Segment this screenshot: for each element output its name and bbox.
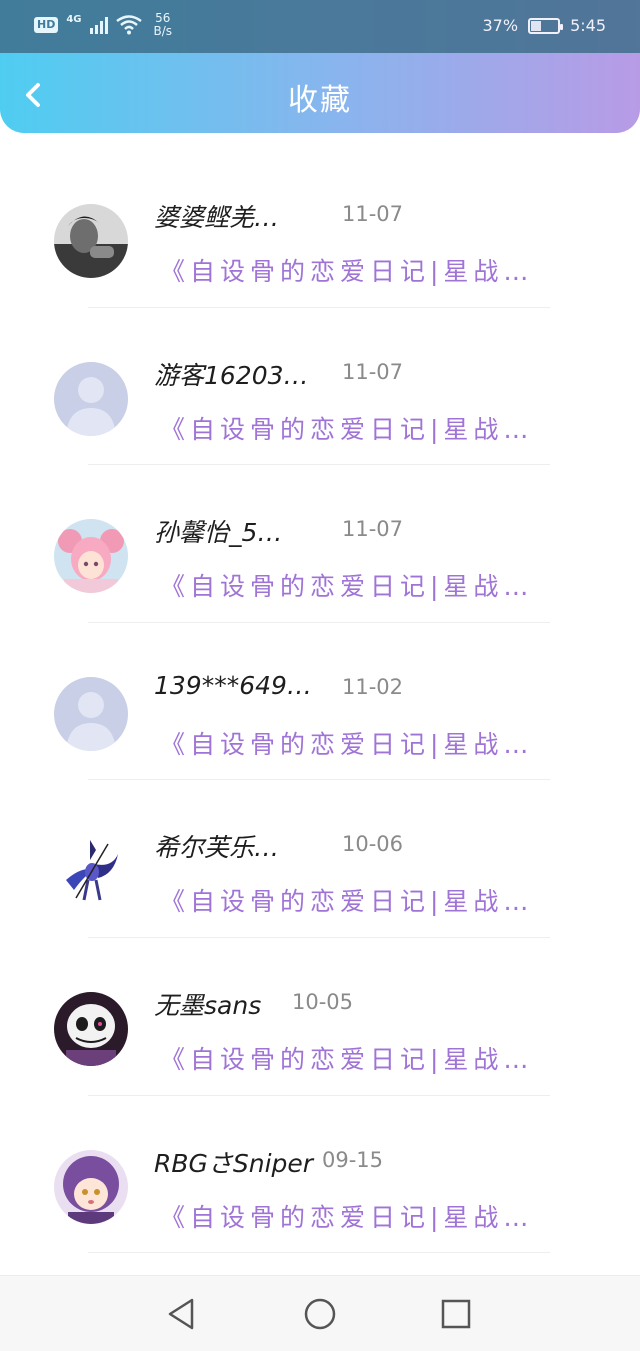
system-nav-bar — [0, 1275, 640, 1351]
user-name: 游客16203… — [154, 360, 309, 390]
user-name: RBGさSniper — [154, 1148, 314, 1178]
item-title[interactable]: 《自设骨的恋爱日记|星战… — [160, 1040, 533, 1076]
item-date: 11-07 — [342, 517, 404, 542]
user-name: 希尔芙乐… — [154, 833, 280, 863]
signal-icon — [89, 16, 108, 34]
user-name: 无墨sans — [154, 990, 262, 1020]
avatar-anime-pink-girl-icon[interactable] — [54, 519, 128, 594]
item-date: 09-15 — [322, 1147, 384, 1172]
hd-badge: HD — [34, 17, 59, 33]
item-title[interactable]: 《自设骨的恋爱日记|星战… — [160, 725, 533, 761]
item-title[interactable]: 《自设骨的恋爱日记|星战… — [160, 1198, 533, 1234]
avatar-anime-purple-girl-icon[interactable] — [54, 1149, 128, 1224]
avatar-default-icon[interactable] — [54, 361, 128, 436]
network-type: 4G — [66, 13, 82, 25]
avatar-default-icon[interactable] — [54, 676, 128, 751]
favorites-list: 婆婆鲣羌… 11-07 《自设骨的恋爱日记|星战… 游客16203… 11-07… — [0, 150, 640, 1254]
list-item[interactable]: 游客16203… 11-07 《自设骨的恋爱日记|星战… — [0, 308, 640, 466]
item-title[interactable]: 《自设骨的恋爱日记|星战… — [160, 252, 533, 288]
item-date: 10-06 — [342, 832, 404, 857]
status-right: 37% 5:45 — [483, 16, 607, 35]
item-title[interactable]: 《自设骨的恋爱日记|星战… — [160, 410, 533, 446]
app-header: 收藏 — [0, 53, 640, 133]
list-item[interactable]: RBGさSniper 09-15 《自设骨的恋爱日记|星战… — [0, 1096, 640, 1254]
nav-home-button[interactable] — [302, 1296, 338, 1332]
nav-back-button[interactable] — [164, 1296, 200, 1332]
item-date: 11-07 — [342, 202, 404, 226]
item-title[interactable]: 《自设骨的恋爱日记|星战… — [160, 567, 533, 603]
status-left: HD 4G 56 B/s — [34, 12, 172, 38]
page-title: 收藏 — [288, 83, 352, 118]
battery-fill — [531, 20, 542, 31]
list-item[interactable]: 孙馨怡_5… 11-07 《自设骨的恋爱日记|星战… — [0, 465, 640, 623]
item-date: 11-07 — [342, 359, 404, 384]
nav-recents-button[interactable] — [438, 1296, 474, 1332]
list-item[interactable]: 希尔芙乐… 10-06 《自设骨的恋爱日记|星战… — [0, 780, 640, 938]
avatar-photo-man-icon[interactable] — [54, 204, 128, 278]
square-recents-icon — [441, 1299, 471, 1329]
wifi-icon — [115, 15, 142, 35]
avatar-sans-skeleton-icon[interactable] — [54, 991, 128, 1066]
divider — [88, 1252, 550, 1254]
user-name: 婆婆鲣羌… — [154, 203, 280, 232]
battery-percent: 37% — [482, 16, 519, 35]
battery-icon — [528, 17, 564, 34]
speed-unit: B/s — [153, 24, 173, 38]
item-date: 11-02 — [342, 674, 404, 699]
network-speed: 56 B/s — [154, 12, 173, 38]
clock: 5:45 — [570, 16, 606, 35]
list-item[interactable]: 139***649… 11-02 《自设骨的恋爱日记|星战… — [0, 623, 640, 781]
avatar-anime-character-icon[interactable] — [54, 834, 128, 909]
list-item[interactable]: 无墨sans 10-05 《自设骨的恋爱日记|星战… — [0, 938, 640, 1096]
list-item[interactable]: 婆婆鲣羌… 11-07 《自设骨的恋爱日记|星战… — [0, 150, 640, 308]
user-name: 139***649… — [154, 670, 312, 700]
circle-home-icon — [304, 1298, 336, 1330]
item-date: 10-05 — [292, 989, 354, 1014]
user-name: 孙馨怡_5… — [154, 518, 283, 548]
status-bar: HD 4G 56 B/s 37% 5:45 — [0, 0, 640, 53]
item-title[interactable]: 《自设骨的恋爱日记|星战… — [160, 882, 533, 918]
triangle-back-icon — [168, 1298, 194, 1330]
